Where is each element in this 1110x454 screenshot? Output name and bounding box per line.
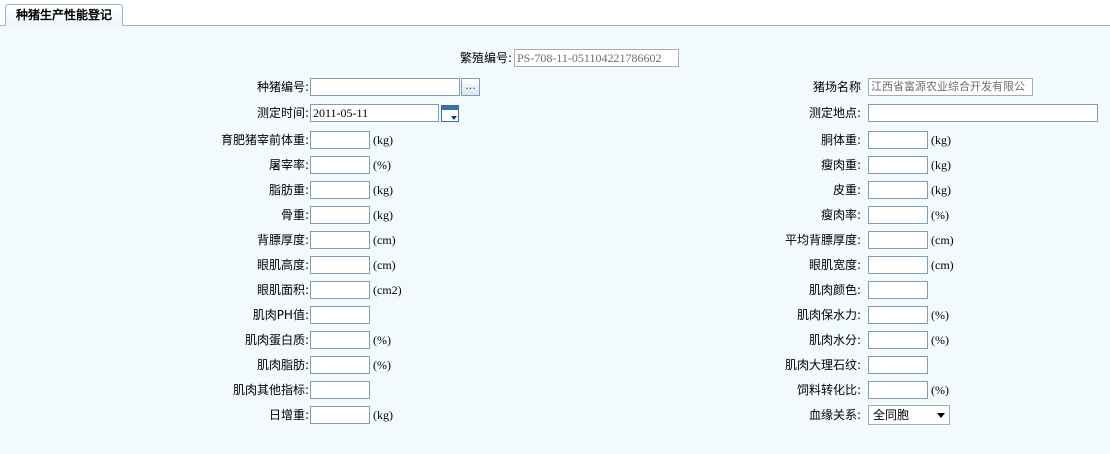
muscle-color-input[interactable] [868,281,928,299]
water-holding-label: 肌肉保水力: [796,308,861,322]
pre-slaughter-weight-input[interactable] [310,131,370,149]
water-holding-input[interactable] [868,306,928,324]
calendar-icon[interactable] [441,105,459,122]
feed-conversion-label: 饲料转化比: [796,383,861,397]
loin-eye-width-label: 眼肌宽度: [808,258,861,272]
pig-no-label: 种猪编号: [256,80,309,94]
backfat-thickness-input[interactable] [310,231,370,249]
unit-label: (kg) [373,133,393,147]
backfat-thickness-label: 背膘厚度: [256,233,309,247]
avg-backfat-input[interactable] [868,231,928,249]
muscle-other-input[interactable] [310,381,370,399]
lean-weight-label: 瘦肉重: [820,158,861,172]
unit-label: (cm) [931,258,954,272]
test-place-label: 测定地点: [808,106,861,120]
dressing-rate-label: 屠宰率: [268,158,309,172]
fat-weight-label: 脂肪重: [268,183,309,197]
muscle-protein-input[interactable] [310,331,370,349]
unit-label: (kg) [931,133,951,147]
loin-eye-height-input[interactable] [310,256,370,274]
unit-label: (cm2) [373,283,402,297]
loin-eye-width-input[interactable] [868,256,928,274]
muscle-fat-label: 肌肉脂肪: [256,358,309,372]
tab-bar: 种猪生产性能登记 [0,0,1110,26]
avg-backfat-label: 平均背膘厚度: [784,233,861,247]
unit-label: (cm) [931,233,954,247]
unit-label: (%) [931,308,949,322]
muscle-moisture-label: 肌肉水分: [808,333,861,347]
test-time-input[interactable]: 2011-05-11 [310,104,439,122]
unit-label: (kg) [373,208,393,222]
unit-label: (%) [931,333,949,347]
daily-gain-input[interactable] [310,406,370,424]
loin-eye-area-input[interactable] [310,281,370,299]
pig-no-browse-button[interactable]: ... [461,78,480,96]
muscle-ph-input[interactable] [310,306,370,324]
chevron-down-icon [937,413,945,418]
lean-weight-input[interactable] [868,156,928,174]
test-place-input[interactable] [868,104,1098,122]
unit-label: (kg) [373,183,393,197]
muscle-fat-input[interactable] [310,356,370,374]
unit-label: (cm) [373,258,396,272]
skin-weight-input[interactable] [868,181,928,199]
unit-label: (kg) [373,408,393,422]
breeding-no-label: 繁殖编号: [459,51,512,65]
feed-conversion-input[interactable] [868,381,928,399]
unit-label: (%) [931,383,949,397]
fat-weight-input[interactable] [310,181,370,199]
daily-gain-label: 日增重: [268,408,309,422]
loin-eye-height-label: 眼肌高度: [256,258,309,272]
bone-weight-input[interactable] [310,206,370,224]
kinship-label: 血缘关系: [808,408,861,422]
breeding-no-field[interactable]: PS-708-11-051104221786602 [514,49,679,67]
tab-pig-performance[interactable]: 种猪生产性能登记 [5,4,124,26]
unit-label: (cm) [373,233,396,247]
marbling-input[interactable] [868,356,928,374]
unit-label: (%) [373,358,391,372]
muscle-color-label: 肌肉颜色: [808,283,861,297]
unit-label: (%) [373,333,391,347]
unit-label: (%) [931,208,949,222]
bone-weight-label: 骨重: [280,208,309,222]
dressing-rate-input[interactable] [310,156,370,174]
pre-slaughter-weight-label: 育肥猪宰前体重: [220,133,309,147]
muscle-protein-label: 肌肉蛋白质: [244,333,309,347]
farm-name-field[interactable]: 江西省富源农业综合开发有限公 [868,78,1033,96]
lean-rate-label: 瘦肉率: [820,208,861,222]
marbling-label: 肌肉大理石纹: [784,358,861,372]
test-time-label: 测定时间: [256,106,309,120]
unit-label: (kg) [931,183,951,197]
muscle-moisture-input[interactable] [868,331,928,349]
farm-name-label: 猪场名称 [812,80,861,94]
skin-weight-label: 皮重: [832,183,861,197]
kinship-select[interactable]: 全同胞 [868,405,950,425]
unit-label: (kg) [931,158,951,172]
pig-no-input[interactable] [310,78,460,96]
lean-rate-input[interactable] [868,206,928,224]
kinship-select-value: 全同胞 [873,408,910,422]
carcass-weight-input[interactable] [868,131,928,149]
muscle-other-label: 肌肉其他指标: [232,383,309,397]
muscle-ph-label: 肌肉PH值: [252,308,309,322]
unit-label: (%) [373,158,391,172]
carcass-weight-label: 胴体重: [820,133,861,147]
loin-eye-area-label: 眼肌面积: [256,283,309,297]
